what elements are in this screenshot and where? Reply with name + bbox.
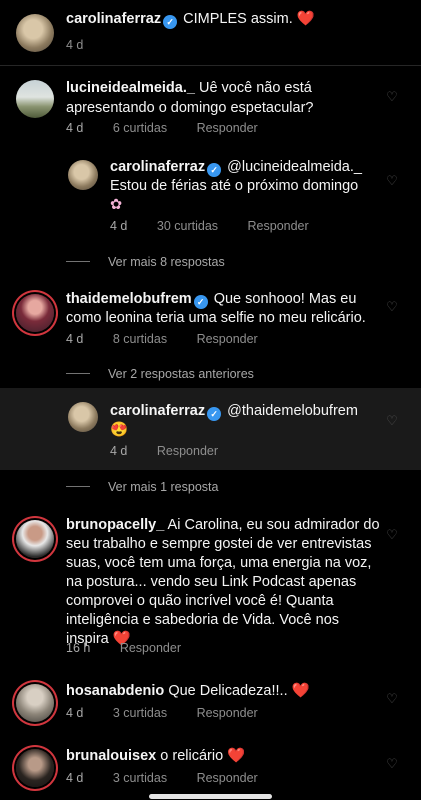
comment-text: Que Delicadeza!!.. xyxy=(168,683,288,699)
comment-reply: carolinaferraz ✓ @lucineidealmeida._ Esto… xyxy=(0,152,421,242)
comment: brunopacelly_ Ai Carolina, eu sou admira… xyxy=(0,508,421,658)
likes-count[interactable]: 30 curtidas xyxy=(157,219,218,233)
timestamp: 4 d xyxy=(110,219,128,233)
username[interactable]: brunalouisex xyxy=(66,748,156,764)
view-previous-replies[interactable]: Ver 2 respostas anteriores xyxy=(66,367,254,381)
reply-button[interactable]: Responder xyxy=(197,771,258,785)
reply-button[interactable]: Responder xyxy=(120,641,181,655)
username[interactable]: carolinaferraz xyxy=(66,11,161,27)
heart-like-icon[interactable]: ♡ xyxy=(385,90,399,104)
comment: thaidemelobufrem ✓ Que sonhooo! Mas eu co… xyxy=(0,280,421,360)
comment-text: o relicário xyxy=(160,748,224,764)
comment-text: como leonina teria uma selfie no meu rel… xyxy=(66,310,366,326)
heart-like-icon[interactable]: ♡ xyxy=(385,174,399,188)
avatar[interactable] xyxy=(68,160,98,190)
timestamp: 4 d xyxy=(66,771,84,785)
username[interactable]: carolinaferraz xyxy=(110,403,205,419)
avatar[interactable] xyxy=(16,294,54,332)
timestamp: 4 d xyxy=(66,332,84,346)
comment-text: Ai Carolina, eu sou admirador do xyxy=(167,517,380,533)
post-caption: carolinaferraz ✓ CIMPLES assim. ❤️ 4 d xyxy=(0,0,421,66)
likes-count[interactable]: 8 curtidas xyxy=(113,332,167,346)
avatar[interactable] xyxy=(16,749,54,787)
verified-badge-icon: ✓ xyxy=(207,407,222,421)
timestamp: 4 d xyxy=(66,38,84,52)
reply-button[interactable]: Responder xyxy=(157,444,218,458)
heart-eyes-emoji: 😍 xyxy=(110,422,129,438)
reply-button[interactable]: Responder xyxy=(197,706,258,720)
username[interactable]: brunopacelly_ xyxy=(66,517,164,533)
heart-emoji: ❤️ xyxy=(227,748,246,764)
username[interactable]: thaidemelobufrem xyxy=(66,291,192,307)
username[interactable]: hosanabdenio xyxy=(66,683,164,699)
heart-like-icon[interactable]: ♡ xyxy=(385,300,399,314)
timestamp: 4 d xyxy=(66,121,84,135)
comment-text: comprovei o quão incrível você é! Quanta xyxy=(66,593,334,609)
comment-text: Que sonhooo! Mas eu xyxy=(213,291,357,307)
comment-text: na postura... vendo seu Link Podcast ape… xyxy=(66,574,357,590)
avatar[interactable] xyxy=(16,520,54,558)
mention-link[interactable]: @lucineidealmeida._ xyxy=(227,159,362,175)
comment-text: Uê você não está xyxy=(198,80,312,96)
avatar[interactable] xyxy=(16,80,54,118)
likes-count[interactable]: 3 curtidas xyxy=(113,706,167,720)
view-more-replies[interactable]: Ver mais 1 resposta xyxy=(66,480,218,494)
reply-button[interactable]: Responder xyxy=(197,332,258,346)
view-previous-label: Ver 2 respostas anteriores xyxy=(108,367,254,381)
divider xyxy=(66,373,90,374)
heart-like-icon[interactable]: ♡ xyxy=(385,692,399,706)
username[interactable]: carolinaferraz xyxy=(110,159,205,175)
heart-emoji: ❤️ xyxy=(291,683,310,699)
comment-text: apresentando o domingo espetacular? xyxy=(66,100,314,116)
caption-text: CIMPLES assim. xyxy=(183,11,293,27)
comment-text: seu trabalho e sempre gostei de ver entr… xyxy=(66,536,372,552)
home-indicator[interactable] xyxy=(149,794,272,799)
heart-like-icon[interactable]: ♡ xyxy=(385,528,399,542)
timestamp: 4 d xyxy=(66,706,84,720)
verified-badge-icon: ✓ xyxy=(193,295,208,309)
verified-badge-icon: ✓ xyxy=(163,15,178,29)
likes-count[interactable]: 3 curtidas xyxy=(113,771,167,785)
flower-emoji: ✿ xyxy=(110,197,123,213)
comment-reply: carolinaferraz ✓ @thaidemelobufrem 😍 4 d … xyxy=(0,390,421,468)
heart-emoji: ❤️ xyxy=(296,11,315,27)
mention-link[interactable]: @thaidemelobufrem xyxy=(227,403,358,419)
verified-badge-icon: ✓ xyxy=(207,163,222,177)
comment-text: suas, você tem uma força, uma energia na… xyxy=(66,555,372,571)
avatar[interactable] xyxy=(16,14,54,52)
comment: brunalouisex o relicário ❤️ 4 d 3 curtid… xyxy=(0,737,421,797)
timestamp: 4 d xyxy=(110,444,128,458)
comment-text: Estou de férias até o próximo domingo xyxy=(110,178,359,194)
avatar[interactable] xyxy=(68,402,98,432)
heart-like-icon[interactable]: ♡ xyxy=(385,414,399,428)
reply-button[interactable]: Responder xyxy=(248,219,309,233)
view-more-label: Ver mais 1 resposta xyxy=(108,480,219,494)
view-more-label: Ver mais 8 respostas xyxy=(108,255,225,269)
divider xyxy=(66,486,90,487)
timestamp: 16 h xyxy=(66,641,91,655)
likes-count[interactable]: 6 curtidas xyxy=(113,121,167,135)
heart-like-icon[interactable]: ♡ xyxy=(385,757,399,771)
comment: hosanabdenio Que Delicadeza!!.. ❤️ 4 d 3… xyxy=(0,672,421,732)
comment: lucineidealmeida._ Uê você não está apre… xyxy=(0,70,421,150)
divider xyxy=(66,261,90,262)
avatar[interactable] xyxy=(16,684,54,722)
comment-text: inteligência e sabedoria de Vida. Você n… xyxy=(66,612,340,628)
view-more-replies[interactable]: Ver mais 8 respostas xyxy=(66,255,225,269)
username[interactable]: lucineidealmeida._ xyxy=(66,80,195,96)
reply-button[interactable]: Responder xyxy=(197,121,258,135)
